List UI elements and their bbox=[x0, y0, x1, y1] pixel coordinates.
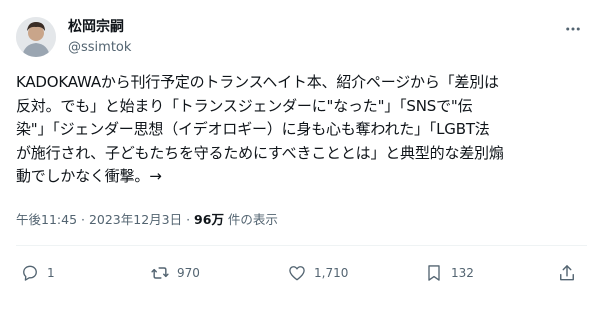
retweet-count: 970 bbox=[177, 266, 200, 280]
author-name[interactable]: 松岡宗嗣 bbox=[68, 18, 124, 36]
view-label: 件の表示 bbox=[223, 212, 278, 227]
like-button[interactable]: 1,710 bbox=[287, 258, 348, 288]
author-handle[interactable]: @ssimtok bbox=[68, 39, 131, 56]
heart-icon bbox=[287, 263, 307, 283]
tweet-text-line: 動でしかなく衝撃。→ bbox=[16, 167, 162, 185]
more-options-button[interactable] bbox=[560, 16, 586, 42]
meta-separator: · bbox=[182, 212, 195, 227]
tweet-card: 松岡宗嗣 @ssimtok KADOKAWAから刊行予定のトランスヘイト本、紹介… bbox=[0, 0, 603, 311]
tweet-text-line: 反対。でも」と始まり「トランスジェンダーに"なった"」「SNSで"伝 bbox=[16, 96, 473, 115]
like-count: 1,710 bbox=[314, 266, 349, 280]
tweet-text-line: 染"」「ジェンダー思想（イデオロギー）に身も心も奪われた」「LGBT法 bbox=[16, 120, 490, 138]
tweet-date[interactable]: 2023年12月3日 bbox=[89, 212, 182, 227]
retweet-button[interactable]: 970 bbox=[150, 258, 200, 288]
tweet-text: KADOKAWAから刊行予定のトランスヘイト本、紹介ページから「差別は 反対。で… bbox=[16, 71, 588, 189]
bookmark-icon bbox=[424, 263, 444, 283]
more-horizontal-icon bbox=[564, 20, 582, 38]
avatar-photo bbox=[16, 17, 56, 57]
bookmark-count: 132 bbox=[451, 266, 474, 280]
retweet-icon bbox=[150, 263, 170, 283]
share-icon bbox=[557, 263, 577, 283]
meta-separator: · bbox=[77, 212, 89, 227]
reply-icon bbox=[20, 263, 40, 283]
reply-count: 1 bbox=[47, 266, 55, 280]
reply-button[interactable]: 1 bbox=[20, 258, 55, 288]
avatar[interactable] bbox=[16, 17, 56, 57]
tweet-text-line: が施行され、子どもたちを守るためにすべきこととは」と典型的な差別煽 bbox=[16, 143, 504, 162]
share-button[interactable] bbox=[557, 258, 577, 288]
action-bar: 1 970 1,710 132 bbox=[0, 258, 603, 292]
divider bbox=[16, 245, 587, 246]
tweet-meta: 午後11:45 · 2023年12月3日 · 96万 件の表示 bbox=[16, 211, 278, 229]
tweet-text-line: KADOKAWAから刊行予定のトランスヘイト本、紹介ページから「差別は bbox=[16, 73, 499, 91]
view-count: 96万 bbox=[194, 212, 224, 227]
bookmark-button[interactable]: 132 bbox=[424, 258, 474, 288]
tweet-time[interactable]: 午後11:45 bbox=[16, 212, 77, 227]
